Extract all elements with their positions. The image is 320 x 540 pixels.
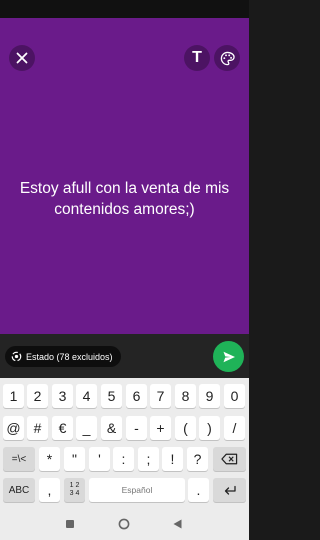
backspace-icon bbox=[221, 453, 238, 465]
comma-key[interactable]: , bbox=[39, 478, 60, 502]
key-digit[interactable]: 3 bbox=[52, 384, 73, 408]
status-privacy-icon bbox=[11, 351, 22, 362]
home-icon[interactable] bbox=[118, 518, 130, 530]
key-symbol[interactable]: / bbox=[224, 416, 245, 440]
close-icon bbox=[16, 52, 28, 64]
key-symbol[interactable]: : bbox=[113, 447, 134, 471]
palette-icon bbox=[220, 51, 235, 65]
key-symbol[interactable]: * bbox=[39, 447, 60, 471]
abc-key[interactable]: ABC bbox=[3, 478, 35, 502]
key-symbol[interactable]: - bbox=[126, 416, 147, 440]
numpad-key-top: 1 2 bbox=[69, 482, 80, 489]
system-status-bar bbox=[0, 0, 249, 18]
back-icon[interactable] bbox=[173, 519, 182, 529]
key-digit[interactable]: 7 bbox=[150, 384, 171, 408]
key-digit[interactable]: 1 bbox=[3, 384, 24, 408]
space-key[interactable]: Español bbox=[89, 478, 185, 502]
color-palette-button[interactable] bbox=[214, 45, 240, 71]
key-symbol[interactable]: _ bbox=[76, 416, 97, 440]
enter-key[interactable] bbox=[213, 478, 246, 502]
key-symbol[interactable]: " bbox=[64, 447, 85, 471]
send-icon bbox=[223, 351, 235, 362]
text-tool-icon: T bbox=[192, 49, 202, 66]
key-digit[interactable]: 8 bbox=[175, 384, 196, 408]
recent-apps-icon[interactable] bbox=[66, 520, 74, 528]
key-digit[interactable]: 4 bbox=[76, 384, 97, 408]
numpad-key[interactable]: 1 2 3 4 bbox=[64, 478, 85, 502]
audience-label: Estado (78 excluidos) bbox=[26, 351, 113, 362]
key-digit[interactable]: 6 bbox=[126, 384, 147, 408]
key-symbol[interactable]: & bbox=[101, 416, 122, 440]
key-symbol[interactable]: # bbox=[27, 416, 48, 440]
numpad-key-label: 1 2 3 4 bbox=[70, 482, 80, 498]
key-symbol[interactable]: ? bbox=[187, 447, 208, 471]
status-text[interactable]: Estoy afull con la venta de mis contenid… bbox=[6, 178, 243, 220]
key-symbol[interactable]: ( bbox=[175, 416, 196, 440]
key-digit[interactable]: 2 bbox=[27, 384, 48, 408]
key-symbol[interactable]: ) bbox=[199, 416, 220, 440]
more-symbols-key[interactable]: =\< bbox=[3, 447, 35, 471]
period-key[interactable]: . bbox=[188, 478, 209, 502]
key-symbol[interactable]: + bbox=[150, 416, 171, 440]
key-symbol[interactable]: ' bbox=[89, 447, 110, 471]
key-digit[interactable]: 5 bbox=[101, 384, 122, 408]
text-tool-button[interactable]: T bbox=[184, 45, 210, 71]
key-symbol[interactable]: ; bbox=[138, 447, 159, 471]
numpad-key-bottom: 3 4 bbox=[69, 490, 80, 497]
key-symbol[interactable]: @ bbox=[3, 416, 24, 440]
key-symbol[interactable]: € bbox=[52, 416, 73, 440]
audience-selector[interactable]: Estado (78 excluidos) bbox=[5, 346, 121, 367]
close-button[interactable] bbox=[9, 45, 35, 71]
send-button[interactable] bbox=[213, 341, 244, 372]
enter-icon bbox=[224, 485, 236, 495]
system-navigation-bar bbox=[0, 509, 249, 540]
key-symbol[interactable]: ! bbox=[162, 447, 183, 471]
key-digit[interactable]: 9 bbox=[199, 384, 220, 408]
key-digit[interactable]: 0 bbox=[224, 384, 245, 408]
backspace-key[interactable] bbox=[213, 447, 246, 471]
status-canvas[interactable]: T bbox=[0, 18, 249, 334]
on-screen-keyboard: 1 2 3 4 5 6 7 8 9 0 @ # € _ & - + ( ) / … bbox=[0, 378, 249, 509]
